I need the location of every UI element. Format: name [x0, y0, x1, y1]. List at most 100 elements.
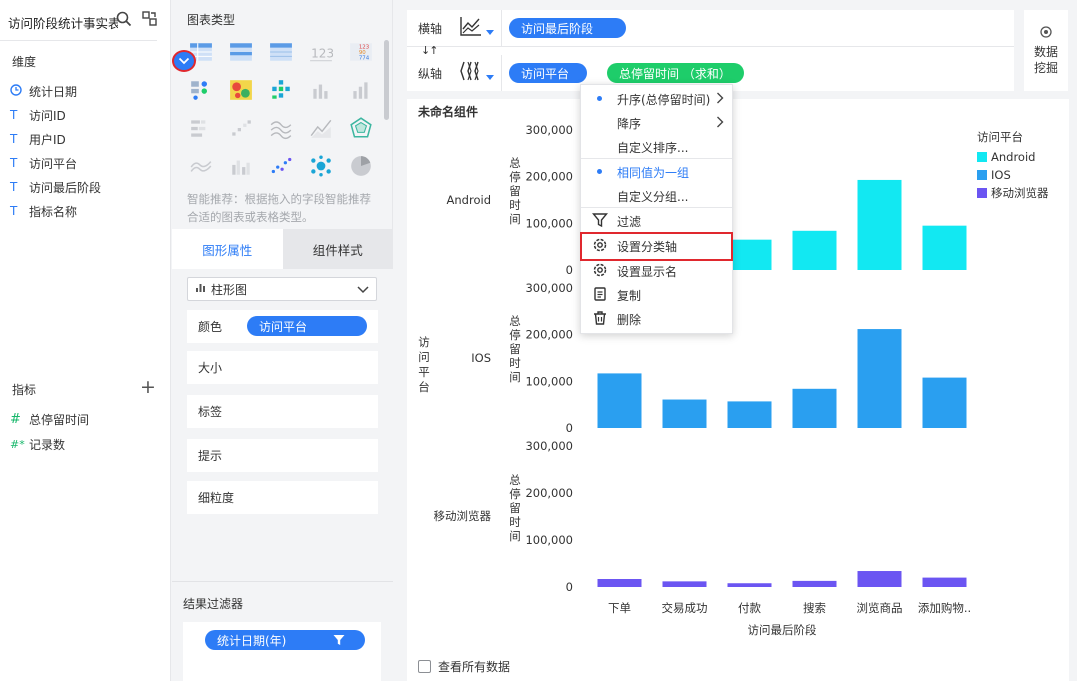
y-tick-label: 0 [566, 263, 573, 277]
row-label: Android [447, 193, 491, 207]
selected-dot-icon [597, 96, 602, 101]
divider [0, 40, 157, 41]
chevron-right-icon [716, 92, 724, 107]
bar-IOS-下单 [597, 373, 642, 428]
heatmap-icon[interactable] [229, 78, 253, 102]
scrollbar[interactable] [384, 40, 389, 120]
property-tabs: 图形属性 组件样式 [172, 229, 393, 269]
field-stat-date[interactable]: 统计日期 [10, 81, 77, 101]
field-platform[interactable]: T 访问平台 [10, 153, 77, 173]
menu-item-group-same-values[interactable]: 相同值为一组 [581, 159, 732, 183]
copy-icon [592, 286, 608, 305]
funnel-icon[interactable] [333, 634, 345, 649]
color-table-icon[interactable]: 123 90 774 [349, 40, 373, 64]
legend-label: 移动浏览器 [991, 186, 1049, 200]
chart-types-title: 图表类型 [187, 13, 236, 27]
map-bubble-icon[interactable] [189, 78, 213, 102]
menu-item-custom-sort[interactable]: 自定义排序... [581, 134, 732, 158]
y-tick-label: 300,000 [525, 281, 573, 295]
field-menu-chevron-icon[interactable] [172, 50, 196, 72]
caret-down-icon[interactable] [486, 75, 494, 80]
bar-Android-付款 [727, 239, 772, 270]
split-chart-icon[interactable] [460, 61, 482, 84]
property-label: 标签 [198, 405, 223, 419]
pie-icon[interactable] [349, 154, 373, 178]
y-axis-field-pill[interactable]: 访问平台 [509, 63, 587, 83]
add-metric-icon[interactable]: + [140, 378, 156, 397]
search-icon[interactable] [116, 11, 132, 30]
tab-graphic-properties[interactable]: 图形属性 [172, 229, 283, 269]
result-filter: 结果过滤器 统计日期(年) [172, 581, 393, 681]
radar-icon[interactable] [349, 116, 373, 140]
chart-kind-select[interactable]: 柱形图 [187, 277, 377, 301]
field-record-count[interactable]: #* 记录数 [10, 434, 65, 454]
cross-table-icon[interactable] [229, 40, 253, 64]
bubble-icon[interactable] [309, 154, 333, 178]
row-label: IOS [471, 351, 491, 365]
grouped-bar-icon[interactable] [229, 154, 253, 178]
property-granularity[interactable]: 细粒度 [187, 481, 378, 514]
menu-item-filter[interactable]: 过滤 [581, 208, 732, 232]
filter-field-label: 统计日期(年) [217, 633, 287, 648]
menu-item-custom-group[interactable]: 自定义分组... [581, 183, 732, 207]
measure-field-pill[interactable]: 总停留时间 （求和） [607, 63, 744, 83]
menu-item-delete[interactable]: 删除 [581, 306, 732, 330]
field-context-menu: 升序(总停留时间) 降序 自定义排序... 相同值为一组 自定义分组... 过滤… [580, 84, 733, 334]
field-visit-id[interactable]: T 访问ID [10, 105, 66, 125]
menu-item-copy[interactable]: 复制 [581, 282, 732, 306]
menu-item-sort-ascending[interactable]: 升序(总停留时间) [581, 86, 732, 110]
field-label: 访问平台 [29, 156, 78, 171]
bar-Android-浏览商品 [857, 179, 902, 270]
chart-config-panel: 图表类型 123 123 90 774 智能推荐：根据拖入的字段智能推荐合适的图表或表… [172, 0, 393, 681]
x-axis-field-pill[interactable]: 访问最后阶段 [509, 18, 626, 38]
chart-component: 未命名组件 300,000 200,000 100,000 0 总停留时间 Android… [407, 99, 1069, 681]
tab-component-style[interactable]: 组件样式 [282, 229, 393, 269]
field-last-stage[interactable]: T 访问最后阶段 [10, 177, 101, 197]
selected-dot-icon [597, 169, 602, 174]
property-label: 大小 [198, 361, 223, 375]
detail-table-icon[interactable] [269, 40, 293, 64]
caret-down-icon[interactable] [486, 30, 494, 35]
kpi-number-icon[interactable]: 123 [309, 40, 334, 64]
scatter-step-icon[interactable] [229, 116, 253, 140]
line-chart-icon[interactable] [460, 16, 482, 39]
x-axis-title: 访问最后阶段 [748, 623, 817, 637]
legend-swatch [977, 188, 987, 198]
matrix-icon[interactable] [269, 78, 293, 102]
area-line-icon[interactable] [309, 116, 333, 140]
property-size[interactable]: 大小 [187, 351, 378, 384]
multi-line-icon[interactable] [269, 116, 293, 140]
wave-icon[interactable] [189, 154, 213, 178]
property-color[interactable]: 颜色 访问平台 [187, 310, 378, 343]
menu-item-set-display-name[interactable]: 设置显示名 [581, 258, 732, 282]
column-chart-icon[interactable] [349, 78, 373, 102]
color-field-pill[interactable]: 访问平台 [247, 316, 367, 336]
result-filter-dropzone[interactable]: 统计日期(年) [183, 622, 381, 681]
view-all-data[interactable]: 查看所有数据 [418, 658, 510, 675]
y-tick-label: 100,000 [525, 216, 573, 230]
y-tick-label: 200,000 [525, 328, 573, 342]
field-total-duration[interactable]: # 总停留时间 [10, 409, 89, 429]
bar-IOS-付款 [727, 401, 772, 428]
x-tick-label: 付款 [738, 601, 761, 615]
field-metric-name[interactable]: T 指标名称 [10, 201, 77, 221]
field-label: 访问最后阶段 [29, 180, 102, 195]
y-tick-label: 300,000 [525, 123, 573, 137]
bar-chart-icon[interactable] [309, 78, 333, 102]
property-tooltip[interactable]: 提示 [187, 439, 378, 472]
stacked-bar-icon[interactable] [189, 116, 213, 140]
property-label: 颜色 [198, 320, 223, 334]
menu-item-sort-descending[interactable]: 降序 [581, 110, 732, 134]
row-label: 移动浏览器 [434, 509, 492, 523]
legend-title: 访问平台 [977, 130, 1023, 144]
view-all-checkbox[interactable] [418, 660, 431, 673]
fields-panel: 访问阶段统计事实表 维度 统计日期 T 访问ID T 用户ID T 访问平台 T… [0, 0, 171, 681]
field-user-id[interactable]: T 用户ID [10, 129, 66, 149]
bar-移动浏览器-浏览商品 [857, 571, 902, 587]
clock-icon [10, 83, 29, 99]
data-mining-button[interactable]: 数据挖掘 [1024, 10, 1068, 91]
filter-field-pill[interactable]: 统计日期(年) [205, 630, 365, 650]
dot-plot-icon[interactable] [269, 154, 293, 178]
property-label-setting[interactable]: 标签 [187, 395, 378, 428]
switch-view-icon[interactable] [142, 11, 157, 29]
